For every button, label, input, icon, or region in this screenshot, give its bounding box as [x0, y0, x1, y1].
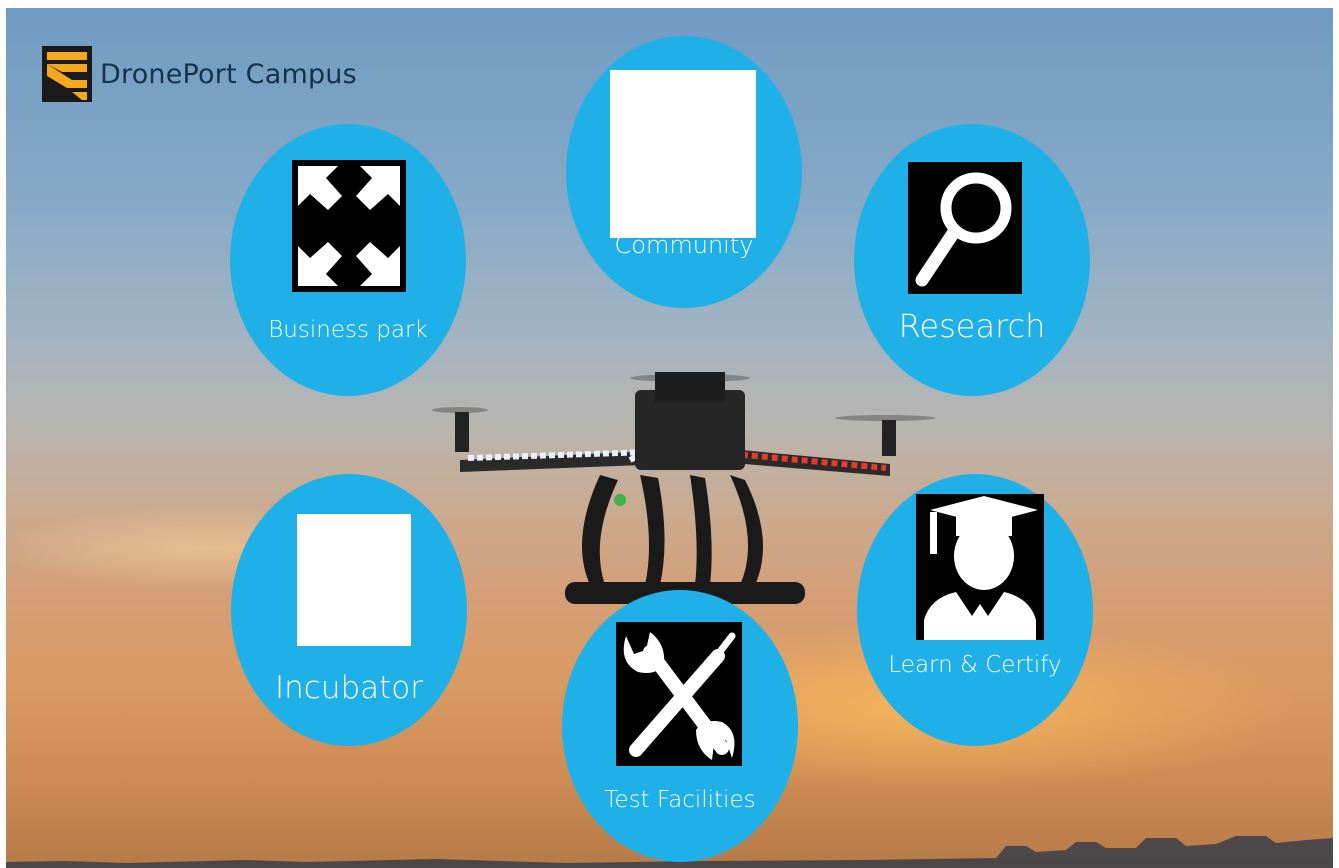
tools-icon	[616, 622, 742, 766]
community-node[interactable]: Community	[566, 36, 802, 308]
dronport-logo-icon	[42, 46, 92, 102]
magnifier-icon	[908, 162, 1022, 294]
research-node[interactable]: Research	[854, 124, 1090, 396]
brand-logo[interactable]: DronePort Campus	[42, 44, 357, 104]
test-facilities-label: Test Facilities	[604, 787, 756, 813]
community-label: Community	[614, 231, 754, 259]
business-park-label: Business park	[268, 317, 428, 343]
incubator-label: Incubator	[274, 670, 424, 706]
expand-arrows-icon	[292, 160, 406, 292]
blank-image-icon	[297, 514, 411, 646]
learn-certify-label: Learn & Certify	[888, 652, 1062, 678]
graduate-icon	[916, 494, 1044, 640]
blank-image-icon	[610, 70, 756, 238]
research-label: Research	[898, 307, 1046, 345]
campus-page: DronePort Campus Community Business park	[0, 0, 1339, 868]
business-park-node[interactable]: Business park	[230, 124, 466, 396]
incubator-node[interactable]: Incubator	[231, 474, 467, 746]
brand-name: DronePort Campus	[100, 58, 357, 90]
test-facilities-node[interactable]: Test Facilities	[562, 590, 798, 862]
learn-certify-node[interactable]: Learn & Certify	[857, 474, 1093, 746]
